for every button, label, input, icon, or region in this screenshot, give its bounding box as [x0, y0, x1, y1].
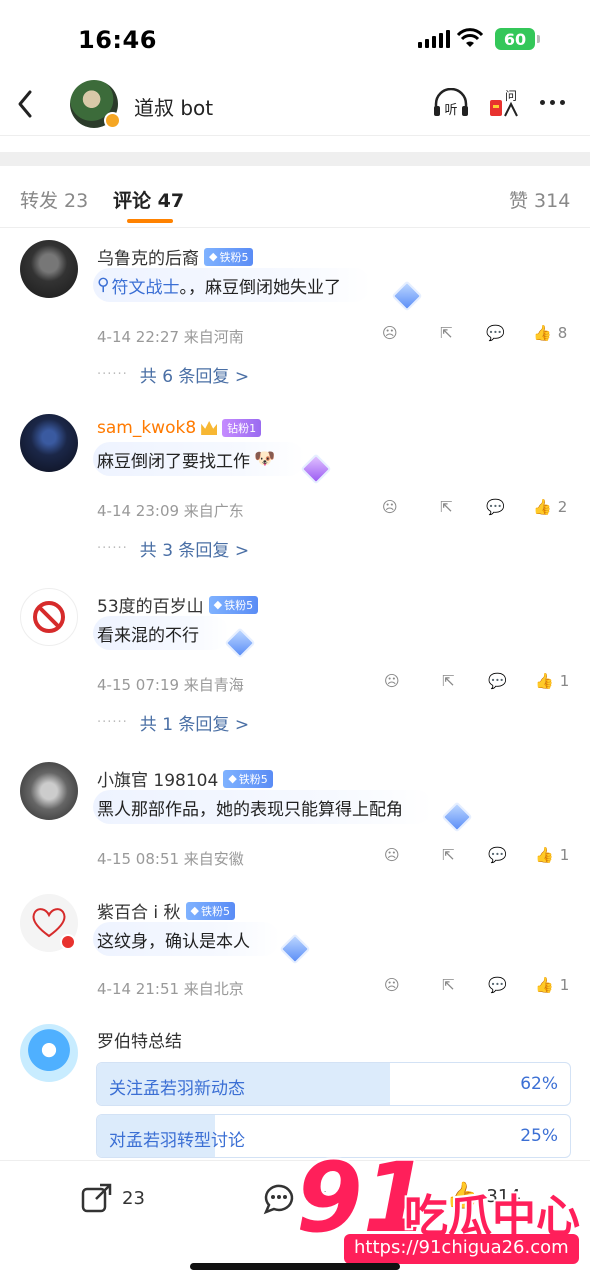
diamond-icon	[441, 801, 473, 833]
diamond-icon	[224, 627, 256, 659]
topic-link[interactable]: 符文战士	[111, 273, 179, 298]
comment-user[interactable]: 紫百合 i 秋 ◆ 铁粉5	[97, 898, 235, 923]
view-replies[interactable]: ······ 共 3 条回复 >	[97, 536, 249, 561]
watermark-logo: 91 吃瓜中心 https://91chigua26.com	[296, 1150, 590, 1280]
nav-bar: 道叔 bot 听 问	[0, 72, 590, 136]
tab-likes[interactable]: 赞 314	[509, 186, 570, 213]
comment-user[interactable]: 53度的百岁山 ◆ 铁粉5	[97, 592, 259, 617]
status-bar: 16:46 60	[0, 0, 590, 72]
divider	[0, 152, 590, 166]
reply-icon[interactable]: 💬	[488, 846, 507, 864]
comment-user[interactable]: 小旗官 198104 ◆ 铁粉5	[97, 766, 273, 791]
fan-badge: ◆ 铁粉5	[204, 247, 254, 266]
username: sam_kwok8	[97, 418, 197, 438]
reply-icon[interactable]: 💬	[486, 324, 505, 342]
comment-text: 看来混的不行	[93, 616, 229, 650]
poll-option[interactable]: 关注孟若羽新动态 62%	[96, 1062, 571, 1106]
summary-user[interactable]: 罗伯特总结	[97, 1027, 182, 1052]
thumb-icon: 👍	[535, 846, 554, 864]
comment-meta: 4-15 07:19 来自青海	[97, 676, 244, 694]
tab-bar: 转发 23 评论 47 赞 314	[0, 166, 590, 228]
like-button[interactable]: 👍 1	[535, 672, 569, 690]
wifi-icon	[457, 28, 483, 47]
comment-icon	[263, 1184, 294, 1215]
like-button[interactable]: 👍 8	[533, 324, 567, 342]
battery-icon: 60	[495, 28, 540, 50]
signal-icon	[418, 30, 450, 48]
diamond-icon	[300, 453, 332, 485]
share-icon[interactable]: ⇱	[440, 498, 453, 516]
view-replies[interactable]: ······ 共 6 条回复 >	[97, 362, 249, 387]
author-name[interactable]: 道叔 bot	[134, 92, 213, 121]
avatar[interactable]	[20, 588, 78, 646]
reply-icon[interactable]: 💬	[486, 498, 505, 516]
repost-button[interactable]: 23	[80, 1181, 145, 1215]
fan-badge: ◆ 铁粉5	[185, 901, 235, 920]
share-icon	[81, 1183, 112, 1213]
doge-emoji-icon: 🐶	[254, 449, 276, 469]
share-icon[interactable]: ⇱	[442, 672, 455, 690]
thumb-icon: 👍	[535, 672, 554, 690]
dislike-icon[interactable]: ☹	[382, 498, 398, 516]
share-icon[interactable]: ⇱	[440, 324, 453, 342]
search-icon: ⚲	[97, 275, 110, 295]
comment-meta: 4-14 23:09 来自广东	[97, 502, 244, 520]
avatar[interactable]	[20, 414, 78, 472]
no-entry-icon	[33, 601, 65, 633]
share-icon[interactable]: ⇱	[442, 976, 455, 994]
comment-text: 黑人那部作品，她的表现只能算得上配角	[93, 790, 433, 824]
comment-meta: 4-14 21:51 来自北京	[97, 980, 244, 998]
fan-badge: ◆ 铁粉5	[208, 595, 259, 614]
thumb-icon: 👍	[533, 498, 552, 516]
verified-icon	[104, 112, 121, 129]
status-time: 16:46	[78, 26, 157, 54]
listen-icon[interactable]: 听	[432, 88, 470, 120]
comment-meta: 4-15 08:51 来自安徽	[97, 850, 244, 868]
svg-text:问: 问	[505, 89, 517, 103]
tab-repost[interactable]: 转发 23	[20, 186, 88, 213]
ask-icon[interactable]: 问	[487, 86, 523, 120]
like-button[interactable]: 👍 1	[535, 846, 569, 864]
tab-active-indicator	[127, 219, 173, 223]
like-button[interactable]: 👍 1	[535, 976, 569, 994]
share-icon[interactable]: ⇱	[442, 846, 455, 864]
diamond-icon	[279, 933, 311, 965]
member-icon	[60, 934, 76, 950]
avatar[interactable]	[20, 762, 78, 820]
comment-user[interactable]: sam_kwok8 钻粉1	[97, 418, 262, 438]
comment-meta: 4-14 22:27 来自河南	[97, 328, 244, 346]
fan-badge: 钻粉1	[222, 419, 262, 437]
dislike-icon[interactable]: ☹	[384, 976, 400, 994]
comment-user[interactable]: 乌鲁克的后裔 ◆ 铁粉5	[97, 244, 254, 269]
reply-icon[interactable]: 💬	[488, 672, 507, 690]
svg-text:听: 听	[444, 103, 457, 118]
thumb-icon: 👍	[535, 976, 554, 994]
bot-avatar[interactable]	[20, 1024, 78, 1082]
dislike-icon[interactable]: ☹	[384, 846, 400, 864]
view-replies[interactable]: ······ 共 1 条回复 >	[97, 710, 249, 735]
username: 乌鲁克的后裔	[97, 249, 199, 269]
username: 小旗官 198104	[97, 771, 219, 791]
comment-text: 麻豆倒闭了要找工作 🐶	[93, 442, 306, 476]
dislike-icon[interactable]: ☹	[384, 672, 400, 690]
username: 紫百合 i 秋	[97, 903, 181, 923]
dislike-icon[interactable]: ☹	[382, 324, 398, 342]
thumb-icon: 👍	[533, 324, 552, 342]
comment-text: ⚲ 符文战士 。，麻豆倒闭她失业了	[93, 268, 371, 302]
tab-comments[interactable]: 评论 47	[113, 186, 184, 213]
like-button[interactable]: 👍 2	[533, 498, 567, 516]
diamond-icon	[391, 280, 423, 312]
back-icon[interactable]	[12, 84, 42, 124]
username: 53度的百岁山	[97, 597, 204, 617]
fan-badge: ◆ 铁粉5	[223, 769, 273, 788]
comment-text: 这纹身，确认是本人	[93, 922, 280, 956]
avatar[interactable]	[20, 240, 78, 298]
more-icon[interactable]	[540, 100, 565, 105]
reply-icon[interactable]: 💬	[488, 976, 507, 994]
crown-icon	[201, 421, 218, 435]
home-indicator	[190, 1263, 400, 1270]
